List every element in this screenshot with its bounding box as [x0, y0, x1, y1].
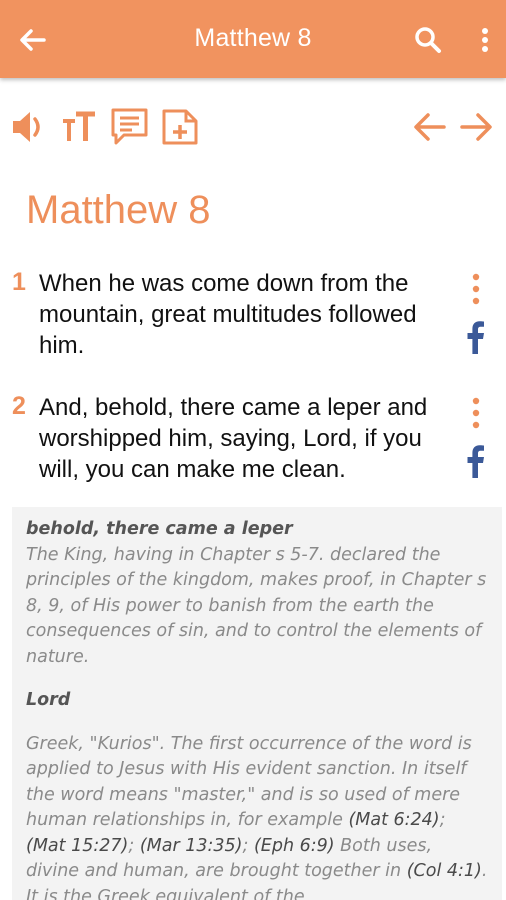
text-size-icon[interactable] [60, 104, 100, 150]
chapter-title: Matthew 8 [26, 188, 211, 232]
previous-arrow-icon[interactable] [410, 104, 450, 150]
scripture-reference-link[interactable]: (Eph 6:9) [254, 836, 335, 856]
note-body: Greek, "Kurios". The first occurrence of… [26, 732, 488, 900]
volume-icon[interactable] [10, 104, 50, 150]
facebook-share-icon[interactable] [464, 320, 486, 354]
verse-number: 1 [12, 268, 26, 296]
scripture-reference-link[interactable]: (Mat 15:27) [26, 836, 128, 856]
reading-toolbar [0, 104, 506, 152]
verse-text[interactable]: And, behold, there came a leper and wors… [39, 392, 454, 485]
note-heading: Lord [26, 690, 71, 710]
verse-text[interactable]: When he was come down from the mountain,… [39, 268, 454, 361]
next-arrow-icon[interactable] [456, 104, 496, 150]
add-note-icon[interactable] [160, 104, 200, 150]
scripture-reference-link[interactable]: (Col 4:1) [407, 861, 482, 881]
note-heading: behold, there came a leper [26, 519, 293, 539]
more-vert-icon[interactable] [470, 22, 500, 58]
verse-options-icon[interactable] [466, 394, 486, 432]
verse-number: 2 [12, 392, 26, 420]
note-body: The King, having in Chapter s 5-7. decla… [26, 544, 487, 667]
commentary-panel: behold, there came a leper The King, hav… [12, 507, 502, 900]
scripture-reference-link[interactable]: (Mar 13:35) [140, 836, 243, 856]
scripture-reference-link[interactable]: (Mat 6:24) [348, 810, 439, 830]
app-bar: Matthew 8 [0, 0, 506, 78]
separator: ; [439, 810, 446, 830]
separator: ; [128, 835, 140, 856]
facebook-share-icon[interactable] [464, 444, 486, 478]
search-icon[interactable] [410, 22, 446, 58]
verse-options-icon[interactable] [466, 270, 486, 308]
separator: ; [242, 835, 254, 856]
comment-icon[interactable] [110, 104, 150, 150]
